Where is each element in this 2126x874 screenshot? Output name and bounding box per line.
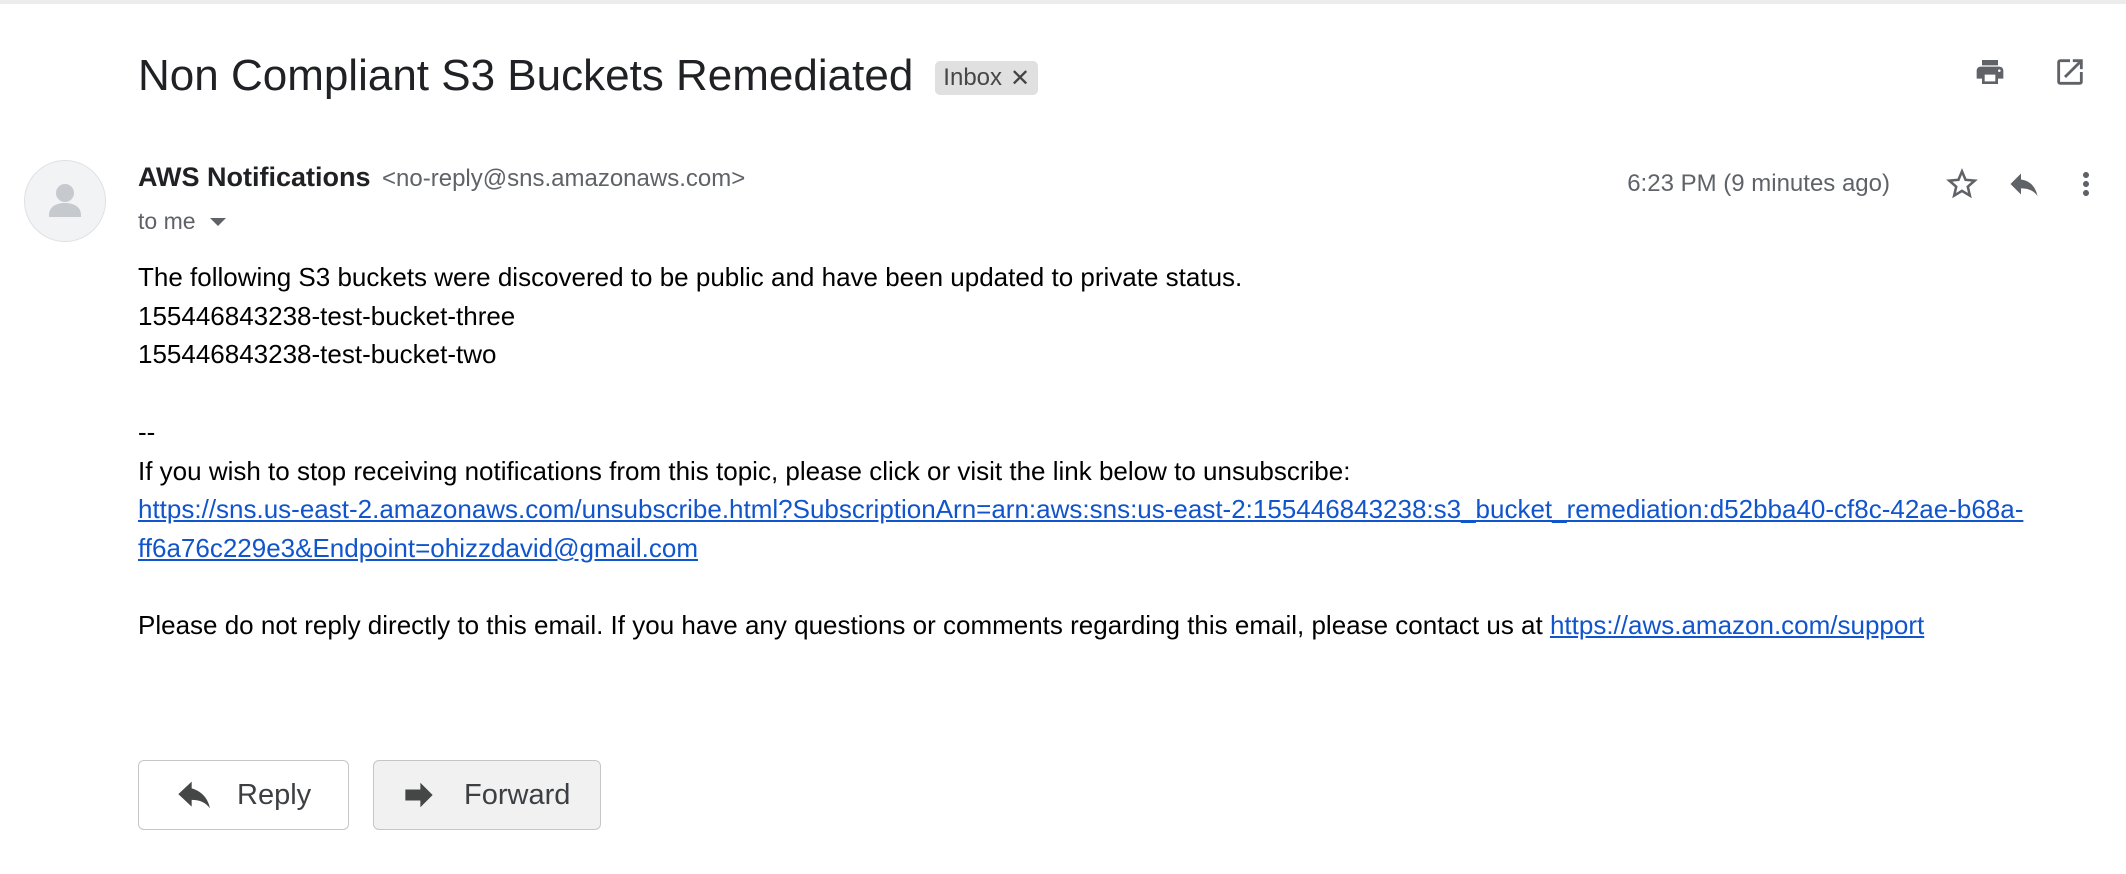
email-subject: Non Compliant S3 Buckets Remediated bbox=[138, 51, 914, 100]
support-text: Please do not reply directly to this ema… bbox=[138, 610, 1550, 641]
inbox-label-chip[interactable]: Inbox ✕ bbox=[935, 61, 1039, 95]
person-icon bbox=[49, 184, 81, 217]
star-icon[interactable] bbox=[1942, 164, 1982, 204]
top-divider bbox=[0, 0, 2126, 4]
unsubscribe-link-part2[interactable]: ff6a76c229e3&Endpoint=ohizzdavid@gmail.c… bbox=[138, 533, 698, 563]
bucket-name: 155446843238-test-bucket-three bbox=[138, 300, 516, 331]
unsubscribe-text: If you wish to stop receiving notificati… bbox=[138, 455, 1351, 486]
unsubscribe-link-part1[interactable]: https://sns.us-east-2.amazonaws.com/unsu… bbox=[138, 494, 2023, 524]
more-vert-icon[interactable] bbox=[2066, 164, 2106, 204]
recipient-details[interactable]: to me bbox=[138, 208, 226, 235]
sender-line: AWS Notifications <no-reply@sns.amazonaw… bbox=[138, 162, 745, 193]
thread-actions bbox=[1970, 52, 2090, 92]
email-body: The following S3 buckets were discovered… bbox=[138, 258, 2088, 645]
remove-label-icon[interactable]: ✕ bbox=[1010, 64, 1030, 93]
print-icon[interactable] bbox=[1970, 52, 2010, 92]
message-meta: 6:23 PM (9 minutes ago) bbox=[1627, 164, 2106, 204]
reply-icon[interactable] bbox=[2004, 164, 2044, 204]
reply-label: Reply bbox=[237, 778, 312, 811]
sender-email: <no-reply@sns.amazonaws.com> bbox=[382, 165, 746, 192]
avatar[interactable] bbox=[24, 160, 106, 242]
forward-icon bbox=[402, 777, 444, 813]
subject-row: Non Compliant S3 Buckets Remediated Inbo… bbox=[138, 46, 1039, 106]
chevron-down-icon[interactable] bbox=[209, 217, 226, 226]
open-in-new-window-icon[interactable] bbox=[2050, 52, 2090, 92]
support-paragraph: Please do not reply directly to this ema… bbox=[138, 606, 2088, 645]
recipient-text: to me bbox=[138, 208, 196, 234]
forward-button[interactable]: Forward bbox=[373, 760, 601, 830]
forward-label: Forward bbox=[464, 778, 571, 811]
label-chip-text: Inbox bbox=[943, 64, 1003, 91]
support-link[interactable]: https://aws.amazon.com/support bbox=[1550, 610, 1924, 640]
sender-name[interactable]: AWS Notifications bbox=[138, 162, 371, 192]
reply-icon bbox=[175, 777, 217, 813]
reply-button[interactable]: Reply bbox=[138, 760, 349, 830]
bucket-name: 155446843238-test-bucket-two bbox=[138, 339, 497, 370]
body-intro: The following S3 buckets were discovered… bbox=[138, 262, 1243, 292]
unsubscribe-link-continued[interactable]: ff6a76c229e3&Endpoint=ohizzdavid@gmail.c… bbox=[138, 529, 2088, 568]
signature-separator: -- bbox=[138, 416, 156, 447]
timestamp: 6:23 PM (9 minutes ago) bbox=[1627, 170, 1890, 197]
unsubscribe-link[interactable]: https://sns.us-east-2.amazonaws.com/unsu… bbox=[138, 490, 2088, 529]
